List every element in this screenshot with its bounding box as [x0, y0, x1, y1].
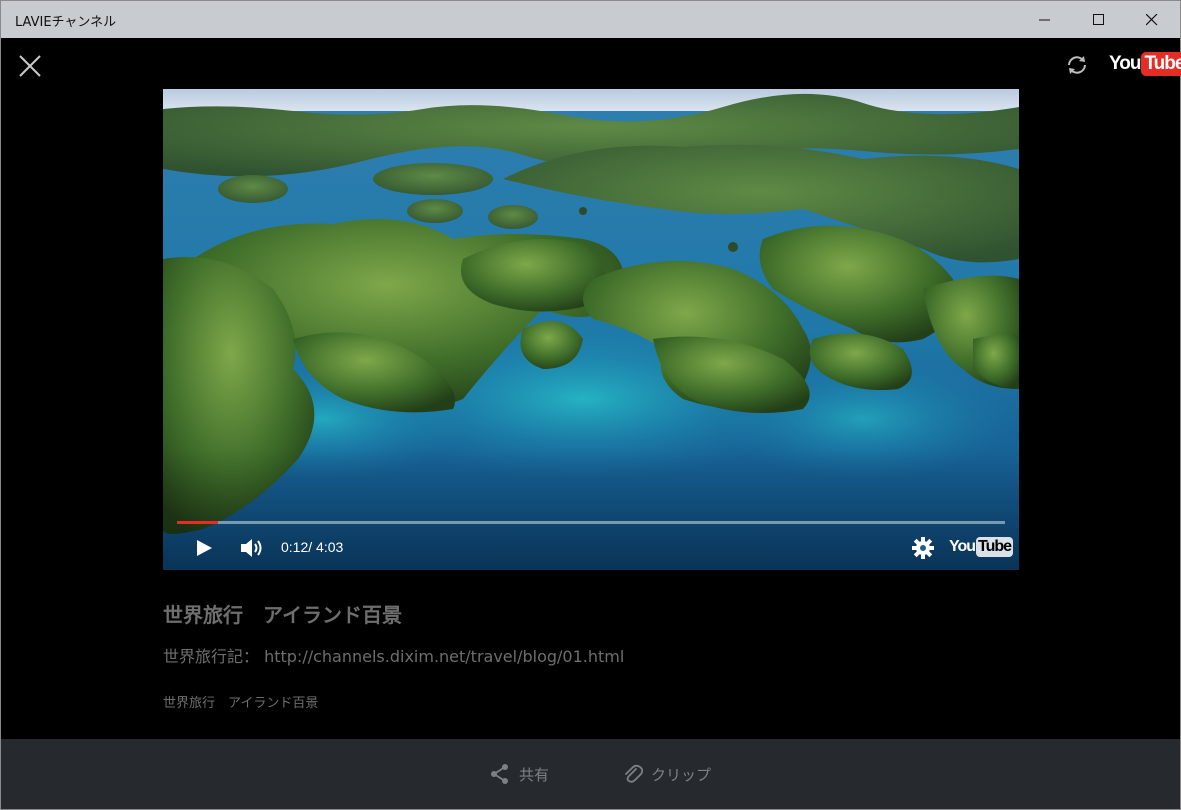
youtube-player-logo[interactable]: You Tube [949, 537, 1014, 557]
video-frame [163, 89, 1019, 570]
title-bar: LAVIEチャンネル [1, 1, 1180, 38]
video-title: 世界旅行 アイランド百景 [163, 603, 402, 627]
play-button[interactable] [193, 537, 215, 559]
clip-button[interactable]: クリップ [623, 763, 711, 785]
time-display: 0:12/ 4:03 [281, 539, 343, 555]
video-tags: 世界旅行 アイランド百景 [163, 696, 319, 711]
youtube-player-logo-tube: Tube [976, 537, 1014, 557]
paperclip-icon [625, 764, 643, 783]
action-bar: 共有 クリップ [1, 739, 1180, 809]
youtube-logo-you: You [1109, 53, 1142, 74]
close-player-button[interactable] [15, 51, 45, 81]
window-title: LAVIEチャンネル [15, 15, 117, 30]
share-icon [491, 764, 508, 784]
play-icon [197, 540, 212, 556]
gear-icon [912, 537, 934, 559]
progress-played [177, 521, 219, 524]
clip-label: クリップ [651, 765, 712, 784]
volume-button[interactable] [239, 536, 265, 560]
duration: 4:03 [316, 539, 344, 555]
minimize-button[interactable] [1022, 1, 1068, 38]
app-window: LAVIEチャンネル You Tube 0:12/ 4:03 You Tube … [0, 0, 1181, 810]
youtube-player-logo-you: You [949, 538, 976, 555]
minimize-icon [1039, 19, 1050, 20]
maximize-icon [1093, 13, 1104, 25]
youtube-logo[interactable]: You Tube [1109, 51, 1181, 77]
close-icon [1146, 13, 1158, 25]
youtube-logo-tube: Tube [1141, 52, 1181, 76]
progress-bar[interactable] [177, 521, 1005, 524]
refresh-button[interactable] [1064, 52, 1090, 78]
video-description: 世界旅行記： http://channels.dixim.net/travel/… [163, 647, 625, 666]
settings-button[interactable] [911, 536, 935, 560]
window-close-button[interactable] [1129, 1, 1175, 38]
maximize-button[interactable] [1076, 1, 1122, 38]
share-label: 共有 [519, 765, 550, 784]
video-player[interactable]: 0:12/ 4:03 You Tube [163, 89, 1019, 570]
current-time: 0:12/ [281, 539, 313, 555]
close-icon [19, 55, 41, 77]
refresh-icon [1068, 56, 1086, 74]
share-button[interactable]: 共有 [489, 763, 549, 785]
volume-icon [241, 539, 262, 557]
